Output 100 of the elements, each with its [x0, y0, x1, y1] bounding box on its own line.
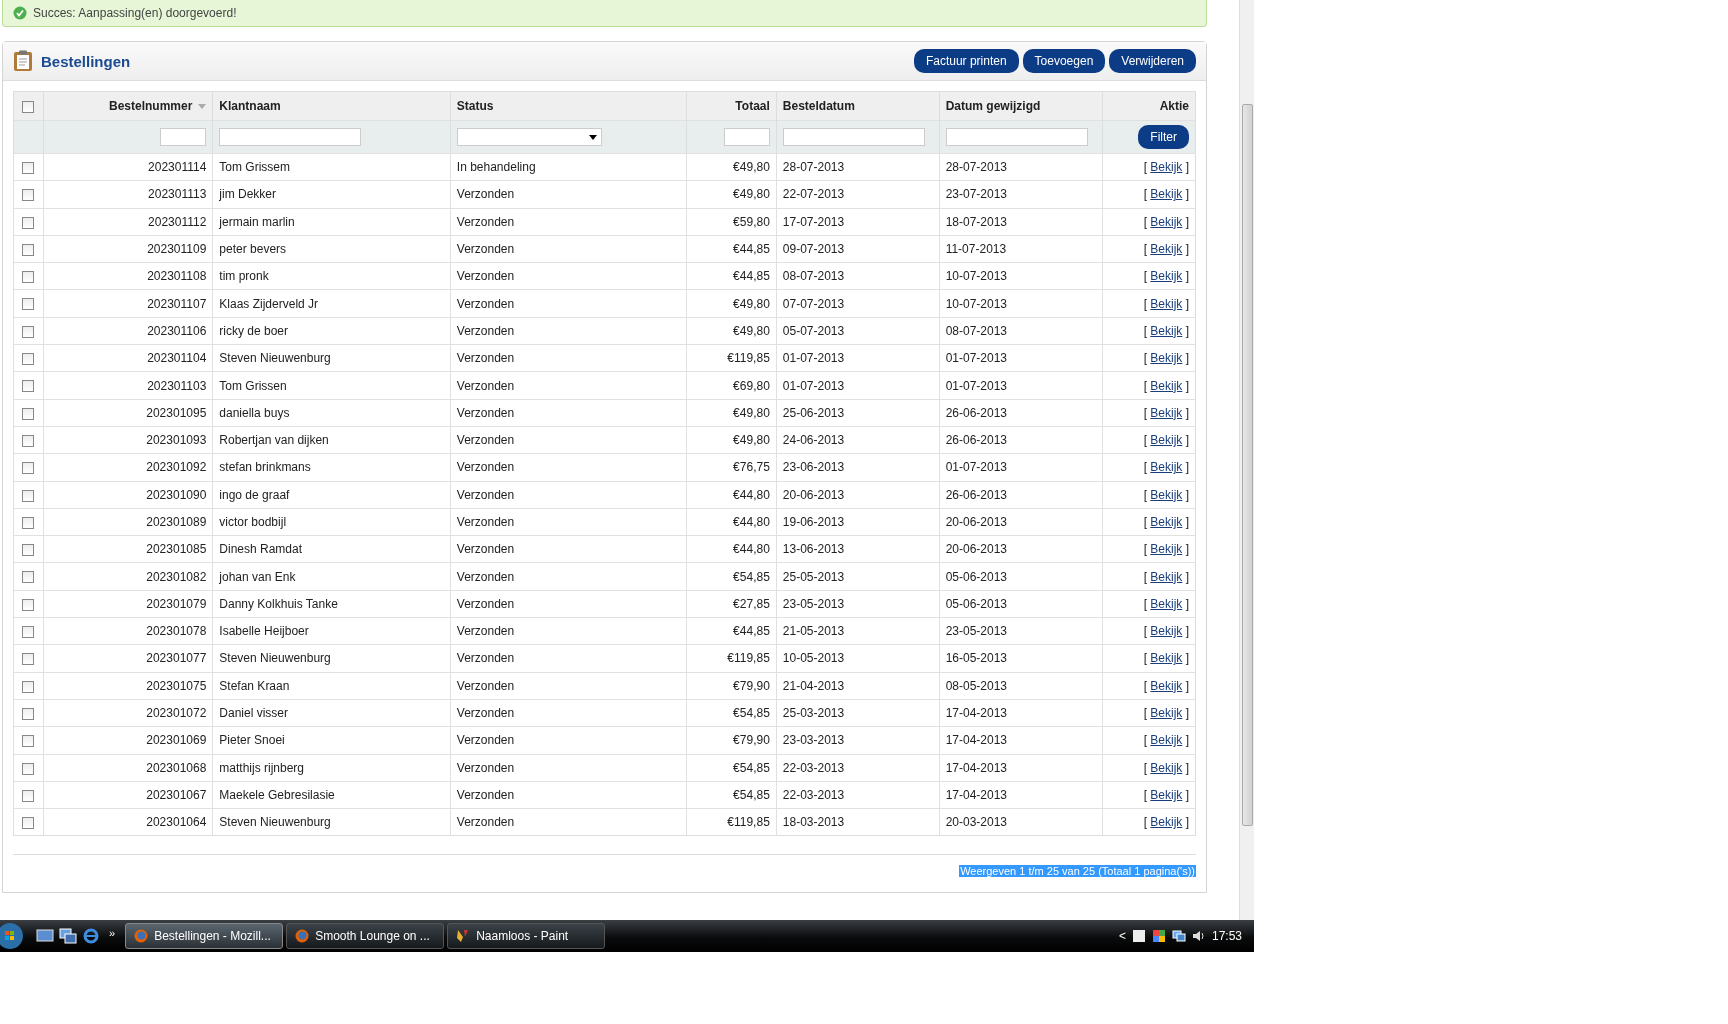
overflow-chevron[interactable]: »	[109, 927, 116, 939]
view-link[interactable]: Bekijk	[1150, 296, 1183, 311]
speaker-icon[interactable]	[1191, 929, 1206, 943]
view-link[interactable]: Bekijk	[1150, 678, 1183, 693]
view-link[interactable]: Bekijk	[1150, 269, 1183, 284]
table-cell: Steven Nieuwenburg	[219, 651, 331, 666]
column-header[interactable]: Totaal	[735, 99, 770, 113]
filter-field[interactable]	[160, 128, 207, 146]
tray-icon[interactable]	[1151, 929, 1166, 943]
table-cell: 22-07-2013	[782, 187, 845, 202]
checkbox[interactable]	[22, 298, 35, 311]
checkbox[interactable]	[22, 353, 35, 366]
table-cell: 09-07-2013	[782, 242, 845, 257]
view-link[interactable]: Bekijk	[1150, 351, 1183, 366]
filter-field[interactable]	[945, 128, 1088, 146]
checkbox[interactable]	[22, 707, 35, 720]
view-link[interactable]: Bekijk	[1150, 460, 1183, 475]
checkbox[interactable]	[22, 216, 35, 229]
windows-icon[interactable]	[59, 928, 77, 944]
checkbox[interactable]	[22, 325, 35, 338]
checkbox[interactable]	[22, 735, 35, 748]
checkbox[interactable]	[22, 161, 35, 174]
view-link[interactable]: Bekijk	[1150, 624, 1183, 639]
checkbox[interactable]	[22, 571, 35, 584]
checkbox[interactable]	[22, 789, 35, 802]
checkbox[interactable]	[22, 762, 35, 775]
table-cell: In behandeling	[456, 160, 536, 175]
table-cell: 202301075	[146, 678, 207, 693]
checkbox[interactable]	[22, 407, 35, 420]
taskbar-button[interactable]: Naamloos - Paint	[447, 923, 606, 949]
view-link[interactable]: Bekijk	[1150, 160, 1183, 175]
view-link[interactable]: Bekijk	[1150, 651, 1183, 666]
bracket: [	[1143, 787, 1147, 802]
view-link[interactable]: Bekijk	[1150, 242, 1183, 257]
scrollbar[interactable]	[1239, 0, 1254, 920]
tray-arrow[interactable]: <	[1118, 929, 1126, 943]
checkbox[interactable]	[22, 626, 35, 638]
view-link[interactable]: Bekijk	[1150, 733, 1183, 748]
checkbox[interactable]	[22, 380, 35, 393]
bracket: [	[1143, 460, 1147, 475]
view-link[interactable]: Bekijk	[1150, 323, 1183, 338]
toolbar-button[interactable]: Verwijderen	[1109, 49, 1196, 73]
view-link[interactable]: Bekijk	[1150, 760, 1183, 775]
view-link[interactable]: Bekijk	[1150, 405, 1183, 420]
view-link[interactable]: Bekijk	[1150, 596, 1183, 611]
view-link[interactable]: Bekijk	[1150, 569, 1183, 584]
table-cell: Verzonden	[456, 187, 515, 202]
tray-icon[interactable]	[1131, 929, 1146, 943]
table-cell: €119,85	[727, 815, 770, 830]
table-cell: 16-05-2013	[945, 651, 1008, 666]
checkbox[interactable]	[22, 434, 35, 447]
table-cell: 08-07-2013	[782, 269, 845, 284]
taskbar-button[interactable]: Bestellingen - Mozill...	[125, 923, 284, 949]
checkbox[interactable]	[22, 271, 35, 284]
table-cell: Verzonden	[456, 651, 515, 666]
filter-button[interactable]: Filter	[1138, 125, 1189, 149]
view-link[interactable]: Bekijk	[1150, 787, 1183, 802]
checkbox[interactable]	[22, 680, 35, 693]
filter-field[interactable]	[219, 128, 362, 146]
bracket: [	[1143, 760, 1147, 775]
pagination-info: Weergeven 1 t/m 25 van 25 (Totaal 1 pagina('s))	[959, 865, 1196, 878]
view-link[interactable]: Bekijk	[1150, 214, 1183, 229]
checkbox[interactable]	[22, 653, 35, 666]
view-link[interactable]: Bekijk	[1150, 187, 1183, 202]
table-cell: 202301068	[146, 760, 207, 775]
column-header[interactable]: Aktie	[1159, 99, 1189, 113]
checkbox[interactable]	[22, 817, 35, 830]
desktop-icon[interactable]	[36, 928, 54, 944]
view-link[interactable]: Bekijk	[1150, 433, 1183, 448]
bracket: ]	[1185, 624, 1189, 639]
column-header[interactable]: Status	[456, 99, 494, 113]
checkbox[interactable]	[22, 516, 35, 529]
network-icon[interactable]	[1171, 929, 1186, 943]
table-cell: €119,85	[727, 351, 770, 366]
view-link[interactable]: Bekijk	[1150, 815, 1183, 830]
checkbox[interactable]	[22, 462, 35, 475]
checkbox[interactable]	[22, 189, 35, 202]
start-orb-icon[interactable]	[0, 921, 26, 951]
checkbox[interactable]	[22, 489, 35, 502]
view-link[interactable]: Bekijk	[1150, 487, 1183, 502]
filter-field[interactable]	[723, 128, 770, 146]
view-link[interactable]: Bekijk	[1150, 515, 1183, 529]
checkbox[interactable]	[22, 243, 35, 256]
column-header[interactable]: Klantnaam	[219, 99, 281, 113]
checkbox[interactable]	[22, 598, 35, 611]
taskbar-button[interactable]: Smooth Lounge on ...	[286, 923, 445, 949]
clock[interactable]: 17:53	[1211, 929, 1242, 943]
bracket: [	[1143, 405, 1147, 420]
table-cell: 05-06-2013	[945, 596, 1008, 611]
filter-field[interactable]	[782, 128, 925, 146]
bracket: [	[1143, 351, 1147, 366]
table-cell: 202301078	[146, 624, 207, 639]
view-link[interactable]: Bekijk	[1150, 378, 1183, 393]
view-link[interactable]: Bekijk	[1150, 706, 1183, 721]
checkbox[interactable]	[22, 544, 35, 557]
toolbar-button[interactable]: Toevoegen	[1022, 49, 1106, 73]
browser-e-icon[interactable]	[82, 928, 100, 944]
view-link[interactable]: Bekijk	[1150, 542, 1183, 557]
toolbar-button[interactable]: Factuur printen	[913, 49, 1019, 73]
checkbox[interactable]	[22, 100, 35, 113]
